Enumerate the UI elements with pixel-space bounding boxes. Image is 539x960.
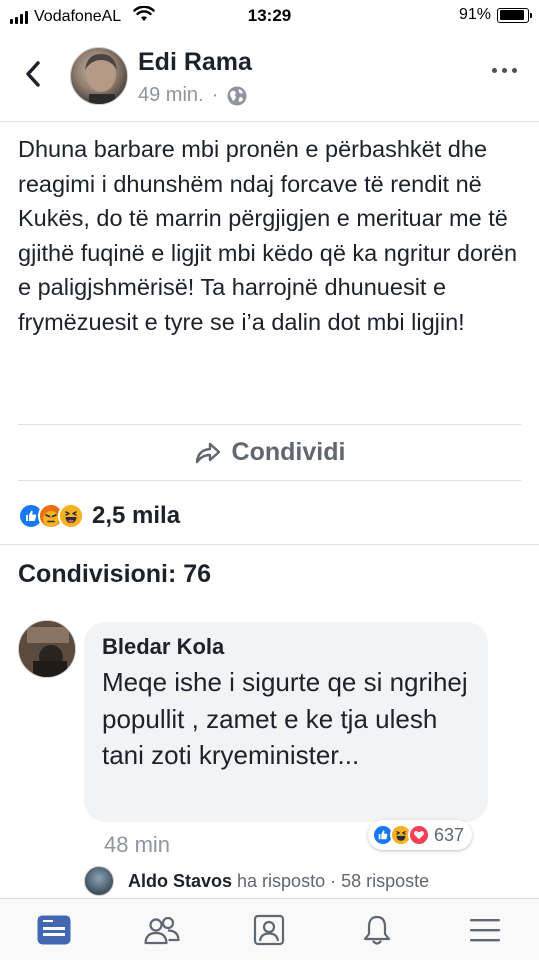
tab-news-feed[interactable] <box>24 905 84 955</box>
status-bar: VodafoneAL 13:29 91% <box>0 0 539 30</box>
share-button[interactable]: Condividi <box>18 424 521 481</box>
share-icon <box>195 442 220 463</box>
news-feed-icon <box>37 915 71 944</box>
comment-text: Meqe ishe i sigurte qe si ngrihej popull… <box>102 667 468 770</box>
meta-separator: · <box>211 84 219 106</box>
reply-summary[interactable]: Aldo Stavos ha risposto · 58 risposte <box>84 866 429 896</box>
comment-reaction-count: 637 <box>434 824 465 845</box>
post-text: Dhuna barbare mbi pronën e përbashkët dh… <box>18 136 518 335</box>
battery-level <box>499 10 525 20</box>
tab-notifications[interactable] <box>347 905 407 955</box>
more-options-button[interactable] <box>492 68 517 73</box>
post-header: Edi Rama 49 min. · <box>0 30 539 122</box>
love-icon <box>408 824 430 846</box>
replier-name: Aldo Stavos <box>128 870 233 891</box>
back-button[interactable] <box>18 56 48 92</box>
reply-action: ha risposto <box>237 870 326 891</box>
reply-separator: · <box>330 870 337 891</box>
author-avatar[interactable] <box>70 47 128 105</box>
comment-bubble[interactable]: Bledar Kola Meqe ishe i sigurte qe si ng… <box>84 622 488 822</box>
battery-percent: 91% <box>458 6 491 23</box>
post-time[interactable]: 49 min. <box>138 84 204 107</box>
battery-icon <box>497 7 532 23</box>
tab-menu[interactable] <box>455 905 515 955</box>
friends-icon <box>144 916 180 944</box>
status-right: 91% <box>458 6 532 24</box>
comment-reactions[interactable]: 637 <box>368 820 473 850</box>
chevron-left-icon <box>26 61 40 87</box>
profile-icon <box>254 914 285 945</box>
shares-title: Condivisioni: 76 <box>18 560 212 588</box>
reply-count: 58 risposte <box>341 870 430 891</box>
author-name[interactable]: Edi Rama <box>138 48 252 77</box>
replier-avatar <box>84 866 114 896</box>
commenter-avatar[interactable] <box>18 620 76 678</box>
comment-author[interactable]: Bledar Kola <box>102 634 470 660</box>
post-meta: 49 min. · <box>138 84 248 107</box>
tab-profile[interactable] <box>239 905 299 955</box>
share-label: Condividi <box>231 438 346 466</box>
globe-icon <box>227 86 247 105</box>
reaction-icons <box>18 503 84 529</box>
bottom-tab-bar <box>0 898 539 960</box>
section-divider <box>0 544 539 545</box>
reaction-count: 2,5 mila <box>92 502 181 529</box>
reactions-summary[interactable]: 2,5 mila <box>18 496 180 536</box>
comment-time: 48 min <box>104 832 171 857</box>
menu-icon <box>470 918 501 941</box>
tab-friends[interactable] <box>132 905 192 955</box>
haha-icon <box>58 503 84 529</box>
notifications-icon <box>364 915 391 945</box>
